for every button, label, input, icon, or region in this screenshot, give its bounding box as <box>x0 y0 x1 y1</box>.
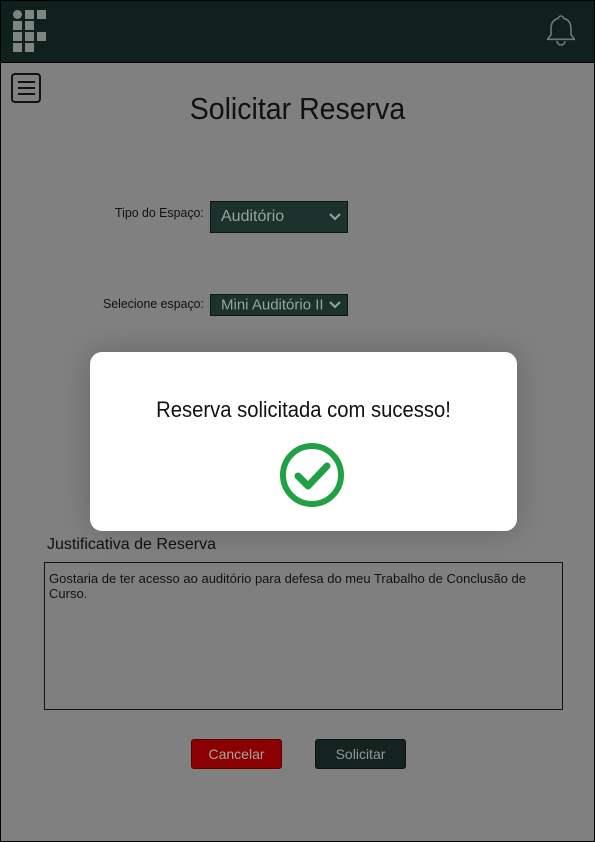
bell-icon[interactable] <box>543 13 579 49</box>
success-modal: Reserva solicitada com sucesso! <box>90 352 517 531</box>
justification-textarea[interactable]: Gostaria de ter acesso ao auditório para… <box>44 562 563 710</box>
space-type-label: Tipo do Espaço: <box>115 205 204 220</box>
top-bar <box>1 1 594 63</box>
chevron-down-icon <box>329 213 341 221</box>
space-label: Selecione espaço: <box>103 296 204 311</box>
success-check-icon <box>280 443 344 507</box>
chevron-down-icon <box>329 301 341 309</box>
space-type-select[interactable]: Auditório <box>210 201 348 233</box>
space-type-value: Auditório <box>221 208 285 225</box>
page-title: Solicitar Reserva <box>189 91 406 126</box>
app-frame: Solicitar Reserva Tipo do Espaço: Auditó… <box>0 0 595 842</box>
cancel-button[interactable]: Cancelar <box>191 739 282 769</box>
submit-button[interactable]: Solicitar <box>315 739 406 769</box>
ifpe-logo-icon[interactable] <box>13 10 47 52</box>
space-select[interactable]: Mini Auditório II <box>210 294 348 316</box>
modal-message: Reserva solicitada com sucesso! <box>156 397 451 422</box>
space-value: Mini Auditório II <box>221 296 324 314</box>
justification-label: Justificativa de Reserva <box>47 536 216 553</box>
